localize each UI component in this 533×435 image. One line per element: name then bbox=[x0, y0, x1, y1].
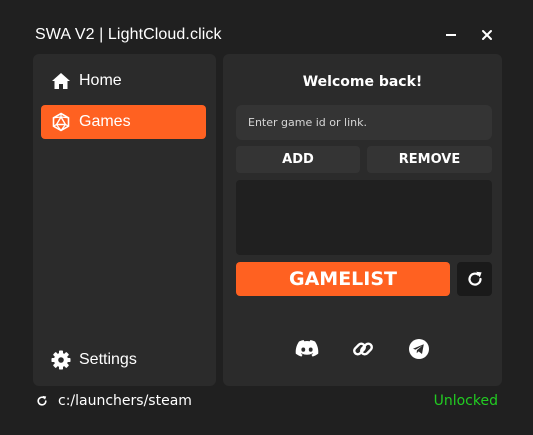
minimize-button[interactable] bbox=[440, 24, 462, 46]
sidebar: Home Games Settings bbox=[33, 54, 216, 386]
gamelist-button[interactable]: GAMELIST bbox=[236, 262, 450, 296]
discord-icon bbox=[295, 340, 319, 357]
sidebar-item-home[interactable]: Home bbox=[41, 64, 206, 98]
refresh-button[interactable] bbox=[457, 262, 492, 296]
sidebar-item-label: Settings bbox=[79, 351, 137, 368]
telegram-icon bbox=[409, 339, 429, 359]
app-title: SWA V2 | LightCloud.click bbox=[35, 26, 222, 43]
minimize-icon bbox=[446, 34, 456, 36]
close-button[interactable] bbox=[476, 24, 498, 46]
sidebar-item-label: Games bbox=[79, 113, 131, 130]
games-list[interactable] bbox=[236, 180, 492, 255]
game-id-input[interactable] bbox=[236, 105, 492, 140]
launcher-path: c:/launchers/steam bbox=[58, 393, 192, 409]
refresh-icon bbox=[467, 271, 482, 286]
website-link[interactable] bbox=[350, 336, 376, 362]
dice-icon bbox=[51, 112, 71, 132]
gear-icon bbox=[51, 350, 71, 370]
welcome-heading: Welcome back! bbox=[302, 74, 423, 90]
close-icon bbox=[482, 30, 492, 40]
sidebar-item-settings[interactable]: Settings bbox=[41, 343, 206, 377]
sidebar-item-label: Home bbox=[79, 72, 122, 89]
telegram-link[interactable] bbox=[406, 336, 432, 362]
add-button[interactable]: ADD bbox=[236, 146, 360, 173]
status-bar: c:/launchers/steam Unlocked bbox=[0, 388, 533, 418]
discord-link[interactable] bbox=[294, 336, 320, 362]
sidebar-item-games[interactable]: Games bbox=[41, 105, 206, 139]
status-badge: Unlocked bbox=[433, 393, 498, 409]
main-panel: Welcome back! ADD REMOVE GAMELIST bbox=[223, 54, 502, 386]
home-icon bbox=[51, 71, 71, 91]
refresh-icon[interactable] bbox=[36, 395, 48, 407]
link-icon bbox=[353, 342, 373, 356]
remove-button[interactable]: REMOVE bbox=[367, 146, 492, 173]
